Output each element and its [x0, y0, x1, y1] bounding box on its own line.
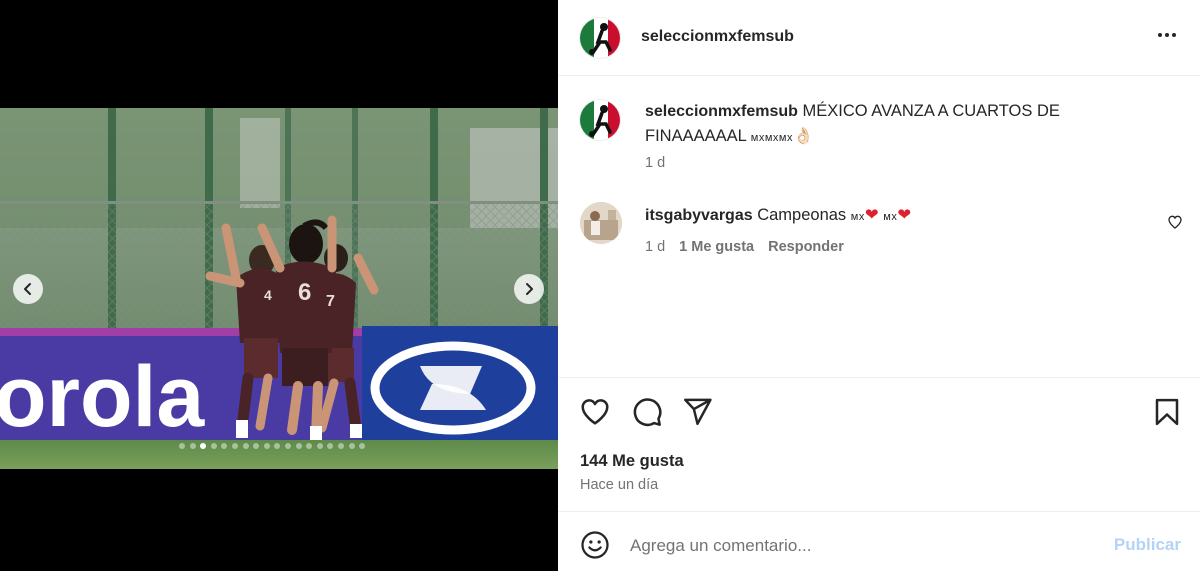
- publish-button[interactable]: Publicar: [1114, 535, 1181, 555]
- comment-meta: 1 d 1 Me gusta Responder: [645, 239, 844, 255]
- chevron-left-icon: [24, 283, 31, 295]
- carousel-dot: [210, 443, 217, 449]
- carousel-dot: [263, 443, 270, 449]
- comment-body: Campeonas: [757, 206, 847, 224]
- carousel-indicator: [179, 443, 366, 451]
- header-username[interactable]: seleccionmxfemsub: [641, 28, 794, 46]
- carousel-dot: [221, 443, 228, 449]
- likes-count[interactable]: 144 Me gusta: [580, 452, 684, 471]
- emoji-smiley-icon[interactable]: [580, 530, 610, 560]
- post-header: seleccionmxfemsub: [558, 0, 1200, 76]
- carousel-next-button[interactable]: [514, 274, 544, 304]
- carousel-dot: [316, 443, 323, 449]
- like-heart-icon[interactable]: [579, 396, 611, 428]
- carousel-dot: [231, 443, 238, 449]
- media-area: orola 6 7 4: [0, 0, 558, 571]
- instagram-post-modal: orola 6 7 4 seleccionmxfemsub seleccionm…: [0, 0, 1200, 571]
- ad-board-text: orola: [0, 349, 205, 445]
- carousel-dot: [189, 443, 196, 449]
- save-bookmark-icon[interactable]: [1152, 396, 1182, 428]
- carousel-dot: [359, 443, 366, 449]
- more-dot: [1165, 33, 1169, 37]
- more-dot: [1172, 33, 1176, 37]
- carousel-dot: [253, 443, 260, 449]
- comment-like-heart-icon[interactable]: [1167, 214, 1183, 230]
- chevron-right-icon: [526, 283, 533, 295]
- avatar[interactable]: [579, 17, 621, 59]
- caption-timestamp[interactable]: 1 d: [645, 155, 665, 171]
- carousel-dot: [327, 443, 334, 449]
- comment-text: itsgabyvargas Campeonas ᴍх❤ ᴍх❤: [645, 205, 911, 225]
- carousel-dot: [284, 443, 291, 449]
- jersey-number: 4: [264, 287, 272, 303]
- post-date[interactable]: Hace un día: [580, 477, 658, 493]
- red-heart-icon: ❤: [864, 206, 879, 224]
- user-photo-icon: [580, 202, 622, 244]
- reply-button[interactable]: Responder: [768, 239, 844, 255]
- caption-username[interactable]: seleccionmxfemsub: [645, 103, 798, 120]
- carousel-dot: [179, 443, 185, 449]
- carousel-dot: [200, 443, 207, 449]
- avatar[interactable]: [580, 202, 622, 244]
- carousel-dot: [274, 443, 281, 449]
- team-logo-icon: [580, 100, 620, 140]
- more-horizontal-icon: [1158, 33, 1162, 37]
- celebration-photo: orola 6 7 4: [0, 108, 558, 469]
- team-logo-icon: [580, 18, 620, 58]
- caption-avatar[interactable]: [579, 99, 621, 141]
- flag-emojis: ᴍхᴍхᴍх: [750, 132, 793, 144]
- comment-timestamp[interactable]: 1 d: [645, 239, 665, 255]
- jersey-number: 6: [298, 279, 311, 306]
- flag-emoji: ᴍх: [883, 211, 898, 223]
- comment-composer: Publicar: [558, 511, 1200, 571]
- comments-area: seleccionmxfemsub MÉXICO AVANZA A CUARTO…: [558, 77, 1200, 377]
- comment-input[interactable]: [630, 534, 1090, 558]
- comment-username[interactable]: itsgabyvargas: [645, 207, 753, 224]
- red-heart-icon: ❤: [897, 206, 912, 224]
- comment-bubble-icon[interactable]: [631, 396, 663, 428]
- carousel-dot: [306, 443, 313, 449]
- share-send-icon[interactable]: [682, 396, 713, 427]
- ok-hand-emoji: 👌🏻: [792, 127, 814, 145]
- more-options-button[interactable]: [1158, 29, 1176, 41]
- post-side-panel: seleccionmxfemsub seleccionmxfemsub MÉXI…: [558, 0, 1200, 571]
- post-photo: orola 6 7 4: [0, 108, 558, 469]
- carousel-dot: [295, 443, 302, 449]
- caption-text: seleccionmxfemsub MÉXICO AVANZA A CUARTO…: [645, 99, 1115, 150]
- carousel-prev-button[interactable]: [13, 274, 43, 304]
- carousel-dot: [242, 443, 249, 449]
- jersey-number: 7: [326, 293, 335, 310]
- carousel-dot: [337, 443, 344, 449]
- flag-emoji: ᴍх: [850, 211, 865, 223]
- comment-likes[interactable]: 1 Me gusta: [679, 239, 754, 255]
- post-actions: 144 Me gusta Hace un día: [558, 377, 1200, 511]
- carousel-dot: [348, 443, 355, 449]
